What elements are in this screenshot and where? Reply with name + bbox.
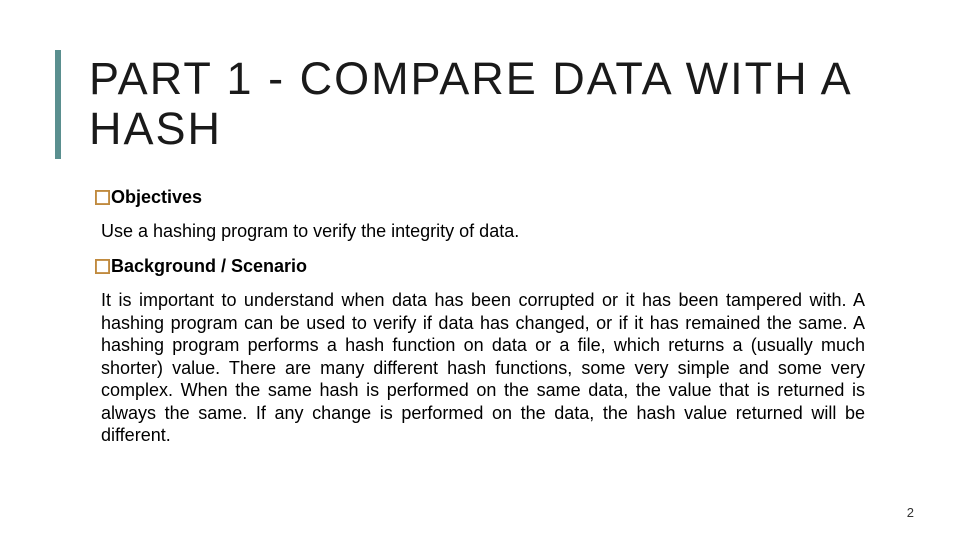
section-heading-objectives: Objectives bbox=[95, 187, 865, 208]
slide-container: PART 1 - COMPARE DATA WITH A HASH Object… bbox=[0, 0, 960, 447]
section-body-background: It is important to understand when data … bbox=[95, 289, 865, 447]
section-body-objectives: Use a hashing program to verify the inte… bbox=[95, 220, 865, 243]
slide-title: PART 1 - COMPARE DATA WITH A HASH bbox=[89, 50, 875, 159]
section-heading-background: Background / Scenario bbox=[95, 256, 865, 277]
bullet-square-icon bbox=[95, 259, 110, 274]
section-heading-text: Background / Scenario bbox=[111, 256, 307, 277]
page-number: 2 bbox=[907, 505, 914, 520]
content-area: Objectives Use a hashing program to veri… bbox=[55, 187, 875, 447]
bullet-square-icon bbox=[95, 190, 110, 205]
title-accent-bar bbox=[55, 50, 61, 159]
section-heading-text: Objectives bbox=[111, 187, 202, 208]
title-block: PART 1 - COMPARE DATA WITH A HASH bbox=[55, 50, 875, 159]
